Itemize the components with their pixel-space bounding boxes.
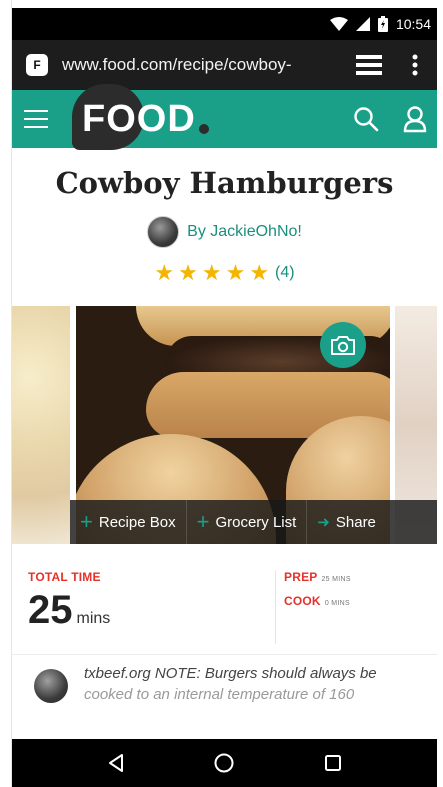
recipe-title: Cowboy Hamburgers bbox=[55, 166, 394, 200]
camera-icon bbox=[331, 336, 355, 355]
home-button[interactable] bbox=[204, 743, 244, 783]
home-icon bbox=[214, 753, 234, 773]
star-icon: ★ bbox=[178, 260, 198, 285]
site-logo[interactable]: FOOD bbox=[72, 84, 209, 150]
signal-icon bbox=[355, 17, 370, 31]
url-field[interactable]: www.food.com/recipe/cowboy- bbox=[62, 55, 339, 75]
overflow-menu-button[interactable] bbox=[403, 50, 427, 80]
recipe-box-label: Recipe Box bbox=[98, 513, 176, 531]
prep-label: PREP bbox=[284, 570, 318, 584]
photo-gallery[interactable]: + Recipe Box + Grocery List ➜ Share bbox=[12, 306, 437, 544]
note-text: txbeef.org NOTE: Burgers should always b… bbox=[84, 665, 377, 682]
star-icon: ★ bbox=[154, 260, 175, 285]
recents-button[interactable] bbox=[313, 743, 353, 783]
logo-dot bbox=[198, 124, 209, 134]
star-icon: ★ bbox=[249, 260, 270, 285]
screen: 10:54 F www.food.com/recipe/cowboy- FOOD… bbox=[12, 8, 437, 787]
share-label: Share bbox=[335, 513, 376, 531]
time-section: TOTAL TIME 25 mins PREP 25 MINS COOK 0 M… bbox=[12, 570, 437, 644]
cook-label: COOK bbox=[284, 594, 321, 608]
grocery-list-label: Grocery List bbox=[215, 513, 297, 531]
overflow-menu-icon bbox=[412, 54, 418, 76]
recipe-box-button[interactable]: + Recipe Box bbox=[70, 500, 187, 544]
tabs-button[interactable] bbox=[353, 50, 385, 80]
prep-value: 25 MINS bbox=[321, 576, 351, 583]
tabs-icon bbox=[356, 55, 382, 75]
android-nav-bar bbox=[12, 739, 437, 787]
share-arrow-icon: ➜ bbox=[317, 514, 330, 531]
note-text-faded: cooked to an internal temperature of 160 bbox=[84, 686, 355, 703]
total-time-unit: mins bbox=[76, 610, 111, 627]
author-row[interactable]: By JackieOhNo! bbox=[12, 216, 437, 248]
add-photo-button[interactable] bbox=[320, 322, 366, 368]
rating-count[interactable]: (4) bbox=[275, 264, 295, 282]
recents-icon bbox=[324, 755, 341, 771]
device-frame: 10:54 F www.food.com/recipe/cowboy- FOOD… bbox=[0, 0, 443, 787]
back-button[interactable] bbox=[96, 743, 136, 783]
back-icon bbox=[109, 754, 124, 772]
status-time: 10:54 bbox=[395, 16, 431, 32]
star-icon: ★ bbox=[201, 260, 222, 285]
status-bar: 10:54 bbox=[12, 8, 437, 40]
battery-icon bbox=[377, 16, 388, 32]
author-avatar[interactable] bbox=[147, 216, 180, 248]
rating-row[interactable]: ★ ★ ★ ★ ★ (4) bbox=[12, 262, 437, 284]
author-link[interactable]: By JackieOhNo! bbox=[187, 223, 302, 241]
plus-icon: + bbox=[80, 509, 93, 534]
user-icon[interactable] bbox=[403, 105, 427, 133]
total-time: TOTAL TIME 25 mins bbox=[28, 570, 275, 644]
plus-icon: + bbox=[196, 509, 210, 534]
total-time-value: 25 bbox=[28, 588, 73, 632]
hamburger-menu-icon[interactable] bbox=[24, 106, 50, 132]
share-button[interactable]: ➜ Share bbox=[307, 500, 386, 544]
cook-value: 0 MINS bbox=[324, 600, 350, 607]
logo-text: FOOD bbox=[82, 97, 196, 140]
total-time-label: TOTAL TIME bbox=[28, 570, 101, 584]
wifi-icon bbox=[329, 17, 348, 31]
prep-cook-times: PREP 25 MINS COOK 0 MINS bbox=[275, 570, 421, 644]
site-header: FOOD bbox=[12, 84, 437, 150]
frame-edge-right bbox=[437, 0, 443, 787]
previous-photo[interactable] bbox=[12, 306, 70, 544]
grocery-list-button[interactable]: + Grocery List bbox=[187, 500, 308, 544]
recipe-action-bar: + Recipe Box + Grocery List ➜ Share bbox=[70, 500, 437, 544]
frame-edge-left bbox=[0, 0, 12, 787]
star-icon: ★ bbox=[225, 260, 246, 285]
browser-toolbar: F www.food.com/recipe/cowboy- bbox=[12, 40, 437, 90]
site-favicon-icon[interactable]: F bbox=[26, 54, 48, 76]
recipe-note: txbeef.org NOTE: Burgers should always b… bbox=[12, 654, 437, 705]
search-icon[interactable] bbox=[353, 106, 379, 132]
note-avatar[interactable] bbox=[34, 669, 68, 703]
